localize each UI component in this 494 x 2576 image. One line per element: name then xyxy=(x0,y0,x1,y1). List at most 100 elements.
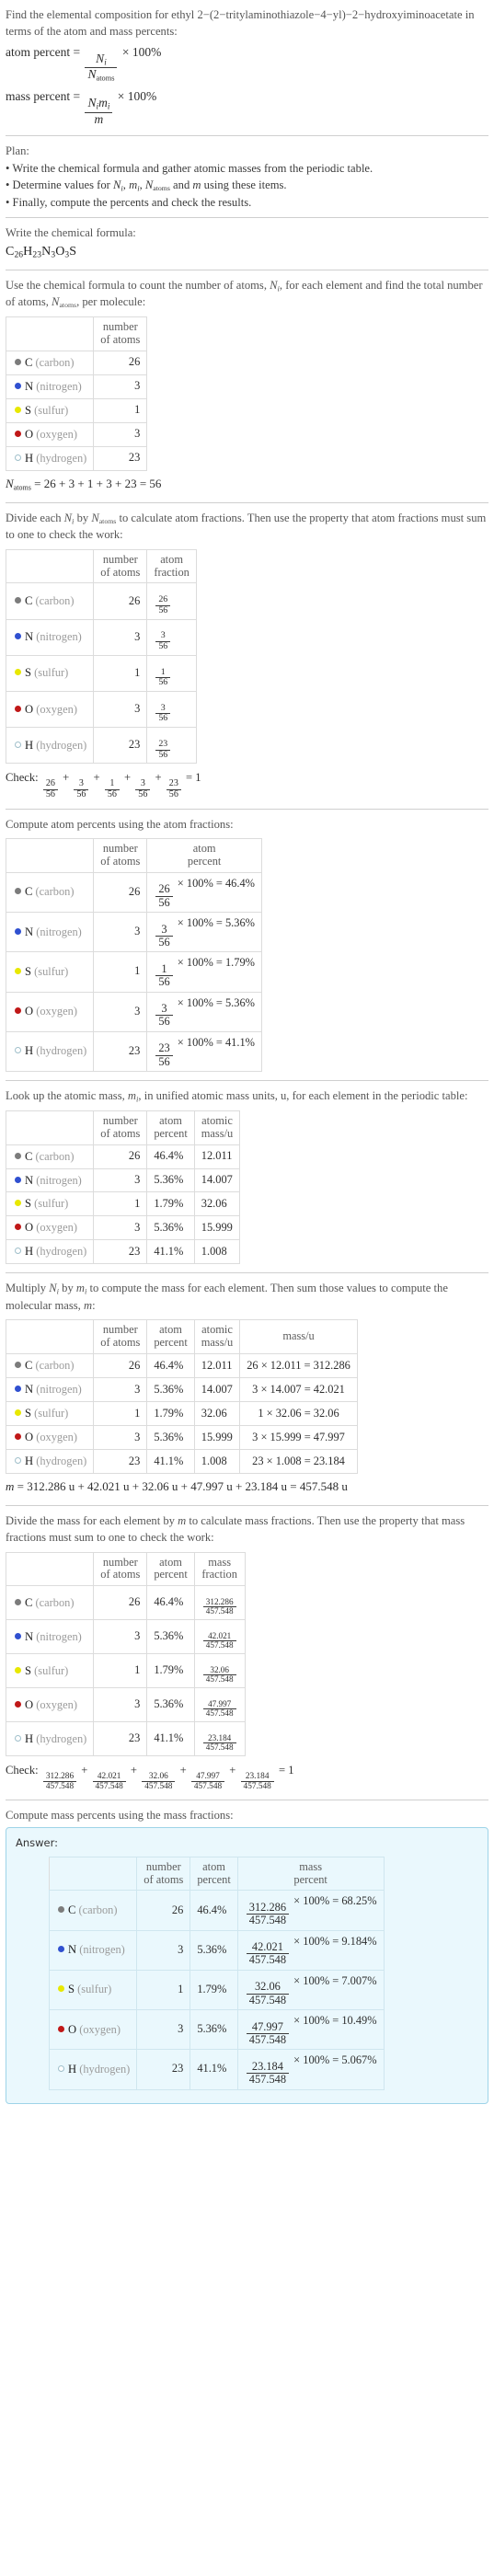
mass-fraction-table: number of atoms atom percent mass fraction … xyxy=(5,1551,246,1757)
mass-percent-expression: 47.997 457.548 × 100% = 10.49% xyxy=(236,2009,385,2051)
atomic-mass: 32.06 xyxy=(193,1191,241,1217)
count-prompt: Use the chemical formula to count the nu… xyxy=(6,278,483,310)
element-symbol: N xyxy=(25,379,34,393)
element-name: (hydrogen) xyxy=(79,2062,131,2076)
header-element xyxy=(5,1110,95,1145)
element-name: (oxygen) xyxy=(36,427,77,441)
element-cell: S (sulfur) xyxy=(5,1653,95,1689)
formula-prompt: Write the chemical formula: xyxy=(6,225,136,239)
fraction-numerator: 1 xyxy=(161,961,167,975)
element-cell: C (carbon) xyxy=(5,1353,95,1379)
element-cell: C (carbon) xyxy=(5,1585,95,1621)
element-symbol: C xyxy=(25,1595,33,1609)
element-color-dot xyxy=(58,2025,64,2032)
formula-O: O3 xyxy=(55,245,70,260)
count-prompt-a: Use the chemical formula to count the nu… xyxy=(6,278,270,292)
element-cell: S (sulfur) xyxy=(5,951,95,993)
element-symbol: O xyxy=(25,427,34,441)
check-expression: 26 56 + 3 56 + 1 56 + 3 56 + 23 56 = 1 xyxy=(41,771,201,799)
element-cell: C (carbon) xyxy=(5,1144,95,1169)
plan-item-1: • Write the chemical formula and gather … xyxy=(6,161,373,175)
plan-item-2-pre: • Determine values for xyxy=(6,178,114,191)
total-atoms-value: = 26 + 3 + 1 + 3 + 23 = 56 xyxy=(34,476,162,490)
atom-count: 23 xyxy=(136,2049,191,2090)
plan-item-3: • Finally, compute the percents and chec… xyxy=(6,195,252,209)
atom-count: 26 xyxy=(93,871,148,914)
atom-count: 3 xyxy=(93,1687,148,1723)
atom-count: 26 xyxy=(93,1144,148,1169)
header-number-of-atoms: number of atoms xyxy=(93,548,148,584)
table-row: C (carbon) 26 xyxy=(5,350,148,375)
fraction: 3 56 xyxy=(155,631,171,651)
element-symbol: C xyxy=(25,594,33,608)
table-header-row: number of atoms atom percent mass percent xyxy=(48,1856,385,1892)
element-cell: O (oxygen) xyxy=(48,2009,138,2051)
atom-fraction-check: Check: 26 56 + 3 56 + 1 56 + 3 56 + 23 56 = 1 xyxy=(6,765,488,802)
element-color-dot xyxy=(15,888,21,895)
table-row: C (carbon) 26 46.4% 12.011 26 × 12.011 = 312… xyxy=(5,1353,358,1379)
atom-percent: 1.79% xyxy=(146,1191,195,1217)
header-atom-fraction: atom fraction xyxy=(146,548,197,584)
mass-percent-fraction: Nimi m xyxy=(85,96,113,126)
element-name: (hydrogen) xyxy=(36,1044,87,1058)
chemical-formula: C26H23N3O3S xyxy=(6,241,488,262)
element-name: (hydrogen) xyxy=(36,1731,87,1745)
element-name: (carbon) xyxy=(35,1149,75,1163)
atom-count: 26 xyxy=(136,1890,191,1931)
N-symbol-2: N xyxy=(87,96,97,110)
fraction: 47.997 457.548 xyxy=(190,1771,225,1791)
mass-fraction: 42.021 457.548 xyxy=(193,1619,246,1655)
atom-count: 3 xyxy=(136,1929,191,1971)
plan-item-2: • Determine values for Ni, mi, Natoms an… xyxy=(6,178,287,193)
element-symbol: H xyxy=(68,2062,77,2076)
element-cell: O (oxygen) xyxy=(5,690,95,729)
fraction-numerator: 32.06 xyxy=(254,1980,281,1994)
fraction: 26 56 xyxy=(155,594,171,615)
ms-prompt-b: by xyxy=(59,1282,76,1295)
atom-percent-prompt: Compute atom percents using the atom fra… xyxy=(6,817,234,831)
check-label: Check: xyxy=(6,771,39,785)
element-color-dot xyxy=(15,382,21,389)
mass-expression: 3 × 15.999 = 47.997 xyxy=(239,1425,358,1451)
fraction-numerator: 26 xyxy=(158,594,168,605)
atom-count: 3 xyxy=(93,421,148,447)
table-row: S (sulfur) 1 1 56 × 100% = 1.79% xyxy=(5,951,262,993)
am-prompt-b: , in unified atomic mass units, u, for e… xyxy=(138,1088,468,1102)
atom-count: 3 xyxy=(93,912,148,953)
fraction-numerator: 3 xyxy=(78,778,84,789)
atom-percent: 5.36% xyxy=(146,1377,195,1403)
header-atom-percent: atom percent xyxy=(146,1110,195,1145)
fraction: 32.06 457.548 xyxy=(202,1665,236,1685)
element-symbol: O xyxy=(25,1697,34,1711)
atom-percent: 41.1% xyxy=(146,1721,195,1757)
fraction: 47.997 457.548 xyxy=(246,2020,290,2047)
table-row: H (hydrogen) 23 41.1% 23.184 457.548 × 100% … xyxy=(48,2049,385,2090)
atomic-mass: 1.008 xyxy=(193,1449,241,1475)
fraction: 23.184 457.548 xyxy=(240,1772,274,1791)
element-cell: H (hydrogen) xyxy=(48,2049,138,2090)
fraction-denominator: 56 xyxy=(135,788,151,800)
mass-percent-expression: 32.06 457.548 × 100% = 7.007% xyxy=(236,1969,385,2011)
solution-page: Find the elemental composition for ethyl… xyxy=(0,0,494,2118)
af-prompt-a: Divide each xyxy=(6,511,64,524)
element-cell: O (oxygen) xyxy=(5,1687,95,1723)
table-row: H (hydrogen) 23 41.1% 1.008 23 × 1.008 = 23.… xyxy=(5,1449,358,1475)
header-atom-percent: atom percent xyxy=(190,1856,238,1892)
fraction: 47.997 457.548 xyxy=(202,1699,236,1719)
answer-label: Answer: xyxy=(16,1835,59,1849)
mass-fraction: 47.997 457.548 xyxy=(193,1687,246,1723)
atomic-mass: 15.999 xyxy=(193,1425,241,1451)
count-step: Use the chemical formula to count the nu… xyxy=(5,270,488,502)
fraction-numerator: 3 xyxy=(140,778,145,789)
mass-expression: 23 × 1.008 = 23.184 xyxy=(239,1449,358,1475)
element-cell: C (carbon) xyxy=(5,871,95,914)
fraction-numerator: 47.997 xyxy=(196,1771,220,1781)
atom-fraction: 1 56 xyxy=(146,654,197,692)
fraction-denominator: 457.548 xyxy=(240,1780,274,1791)
element-color-dot xyxy=(58,1946,64,1953)
mass-check-expression: 312.286 457.548 + 42.021 457.548 + 32.06 45… xyxy=(41,1764,294,1791)
table-row: C (carbon) 26 46.4% 312.286 457.548 xyxy=(5,1585,246,1621)
atom-percent-expression: 1 56 × 100% = 1.79% xyxy=(146,951,262,993)
table-row: C (carbon) 26 46.4% 312.286 457.548 × 100% =… xyxy=(48,1890,385,1931)
element-symbol: C xyxy=(68,1903,76,1917)
